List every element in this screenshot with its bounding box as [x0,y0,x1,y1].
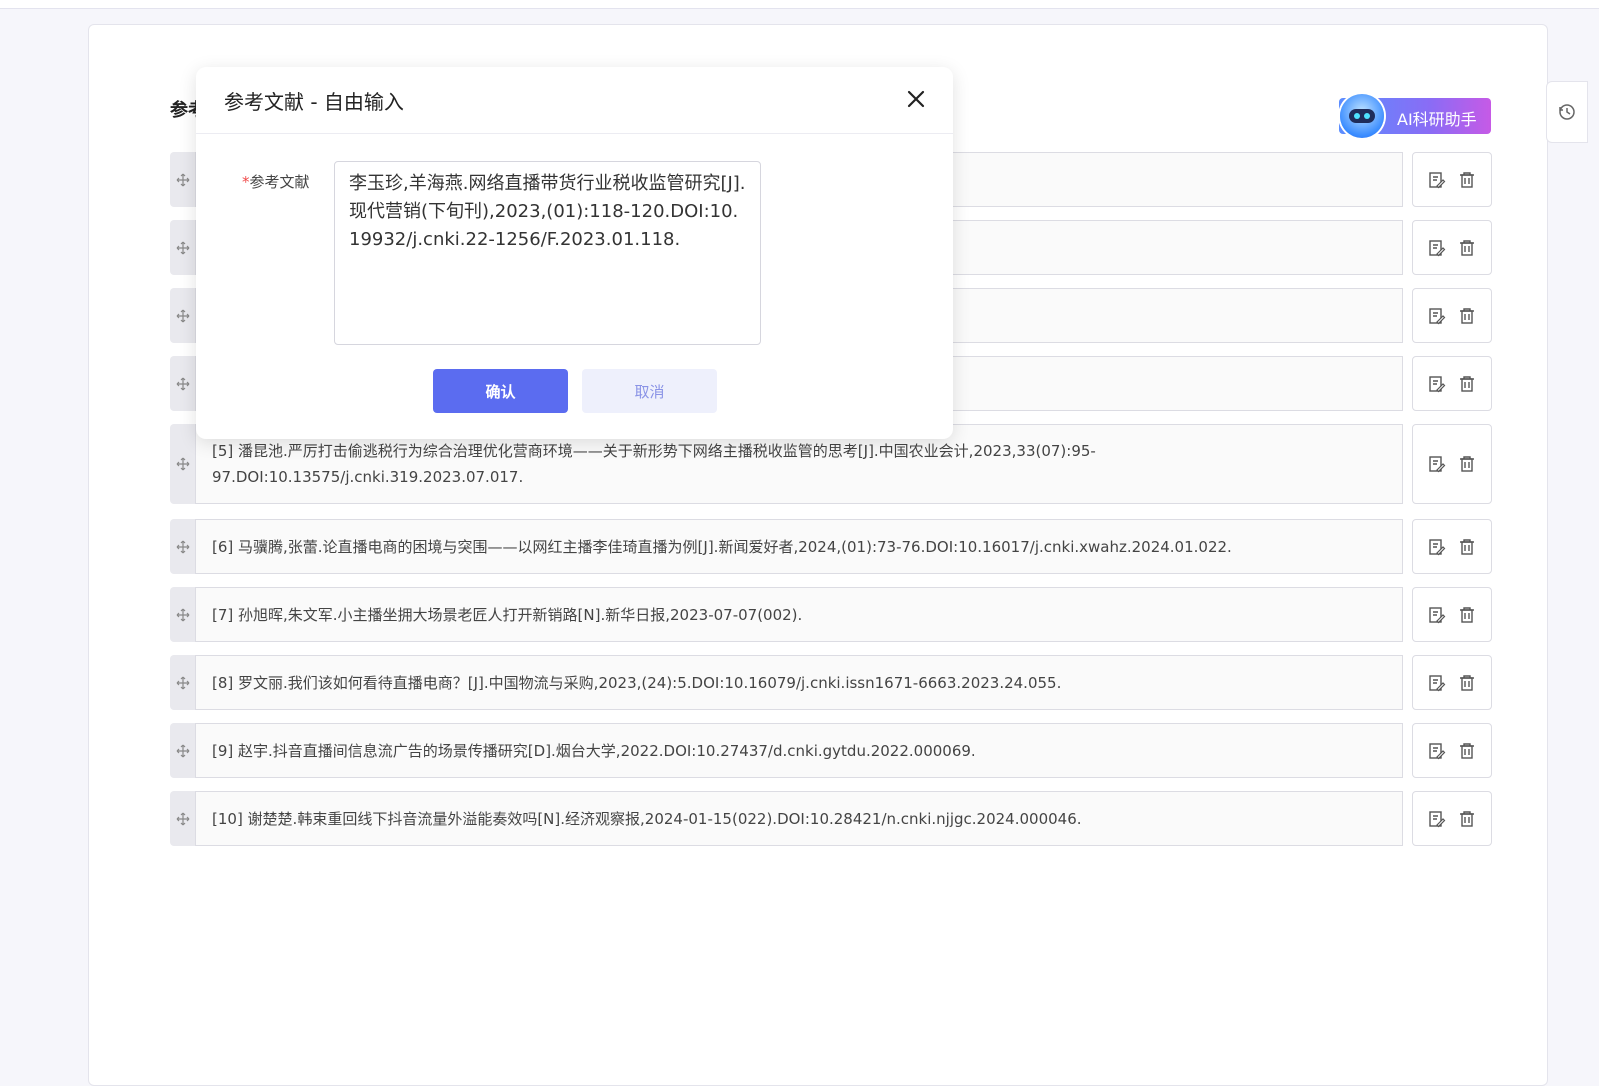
trash-icon[interactable] [1458,810,1476,828]
trash-icon[interactable] [1458,455,1476,473]
ai-assistant-label: AI科研助手 [1397,110,1477,129]
free-input-dialog: 参考文献 - 自由输入 *参考文献 李玉珍,羊海燕.网络直播带货行业税收监管研究… [196,67,953,439]
top-bar [0,0,1599,9]
history-button[interactable] [1546,81,1588,143]
trash-icon[interactable] [1458,674,1476,692]
dialog-header: 参考文献 - 自由输入 [196,67,953,134]
close-icon [907,90,925,108]
move-icon [176,812,189,825]
drag-handle[interactable] [170,791,195,846]
drag-handle[interactable] [170,723,195,778]
reference-actions [1412,519,1492,574]
reference-row: [9] 赵宇.抖音直播间信息流广告的场景传播研究[D].烟台大学,2022.DO… [170,723,1492,778]
dialog-title: 参考文献 - 自由输入 [224,90,404,114]
move-icon [176,676,189,689]
reference-actions [1412,356,1492,411]
reference-row: [8] 罗文丽.我们该如何看待直播电商？[J].中国物流与采购,2023,(24… [170,655,1492,710]
reference-text[interactable]: [7] 孙旭晖,朱文军.小主播坐拥大场景老匠人打开新销路[N].新华日报,202… [195,587,1403,642]
reference-text[interactable]: [10] 谢楚楚.韩束重回线下抖音流量外溢能奏效吗[N].经济观察报,2024-… [195,791,1403,846]
move-icon [176,540,189,553]
cancel-button[interactable]: 取消 [582,369,717,413]
edit-icon[interactable] [1428,674,1446,692]
reference-text[interactable]: [8] 罗文丽.我们该如何看待直播电商？[J].中国物流与采购,2023,(24… [195,655,1403,710]
drag-handle[interactable] [170,220,195,275]
move-icon [176,608,189,621]
drag-handle[interactable] [170,519,195,574]
edit-icon[interactable] [1428,239,1446,257]
edit-icon[interactable] [1428,307,1446,325]
drag-handle[interactable] [170,288,195,343]
reference-actions [1412,424,1492,504]
drag-handle[interactable] [170,587,195,642]
trash-icon[interactable] [1458,538,1476,556]
move-icon [176,744,189,757]
move-icon [176,457,189,471]
move-icon [176,377,189,390]
drag-handle[interactable] [170,424,195,504]
reference-actions [1412,587,1492,642]
reference-actions [1412,288,1492,343]
reference-field-label: *参考文献 [242,171,310,192]
drag-handle[interactable] [170,152,195,207]
robot-icon [1340,94,1384,138]
edit-icon[interactable] [1428,455,1446,473]
required-mark: * [242,173,250,191]
reference-actions [1412,791,1492,846]
edit-icon[interactable] [1428,742,1446,760]
reference-field-label-text: 参考文献 [249,173,310,191]
edit-icon[interactable] [1428,606,1446,624]
close-button[interactable] [904,87,928,111]
trash-icon[interactable] [1458,375,1476,393]
reference-text[interactable]: [9] 赵宇.抖音直播间信息流广告的场景传播研究[D].烟台大学,2022.DO… [195,723,1403,778]
drag-handle[interactable] [170,655,195,710]
reference-textarea[interactable]: 李玉珍,羊海燕.网络直播带货行业税收监管研究[J].现代营销(下旬刊),2023… [334,161,761,345]
drag-handle[interactable] [170,356,195,411]
move-icon [176,309,189,322]
trash-icon[interactable] [1458,171,1476,189]
move-icon [176,173,189,186]
reference-actions [1412,655,1492,710]
edit-icon[interactable] [1428,810,1446,828]
confirm-button[interactable]: 确认 [433,369,568,413]
robot-eye-left [1354,113,1360,119]
history-icon [1558,101,1576,122]
trash-icon[interactable] [1458,307,1476,325]
trash-icon[interactable] [1458,742,1476,760]
reference-row: [10] 谢楚楚.韩束重回线下抖音流量外溢能奏效吗[N].经济观察报,2024-… [170,791,1492,846]
edit-icon[interactable] [1428,538,1446,556]
trash-icon[interactable] [1458,239,1476,257]
reference-row: [7] 孙旭晖,朱文军.小主播坐拥大场景老匠人打开新销路[N].新华日报,202… [170,587,1492,642]
reference-actions [1412,220,1492,275]
reference-row: [6] 马骥腾,张蕾.论直播电商的困境与突围——以网红主播李佳琦直播为例[J].… [170,519,1492,574]
reference-actions [1412,152,1492,207]
reference-actions [1412,723,1492,778]
trash-icon[interactable] [1458,606,1476,624]
edit-icon[interactable] [1428,375,1446,393]
robot-visor [1349,109,1375,123]
reference-text[interactable]: [6] 马骥腾,张蕾.论直播电商的困境与突围——以网红主播李佳琦直播为例[J].… [195,519,1403,574]
move-icon [176,241,189,254]
edit-icon[interactable] [1428,171,1446,189]
robot-eye-right [1364,113,1370,119]
